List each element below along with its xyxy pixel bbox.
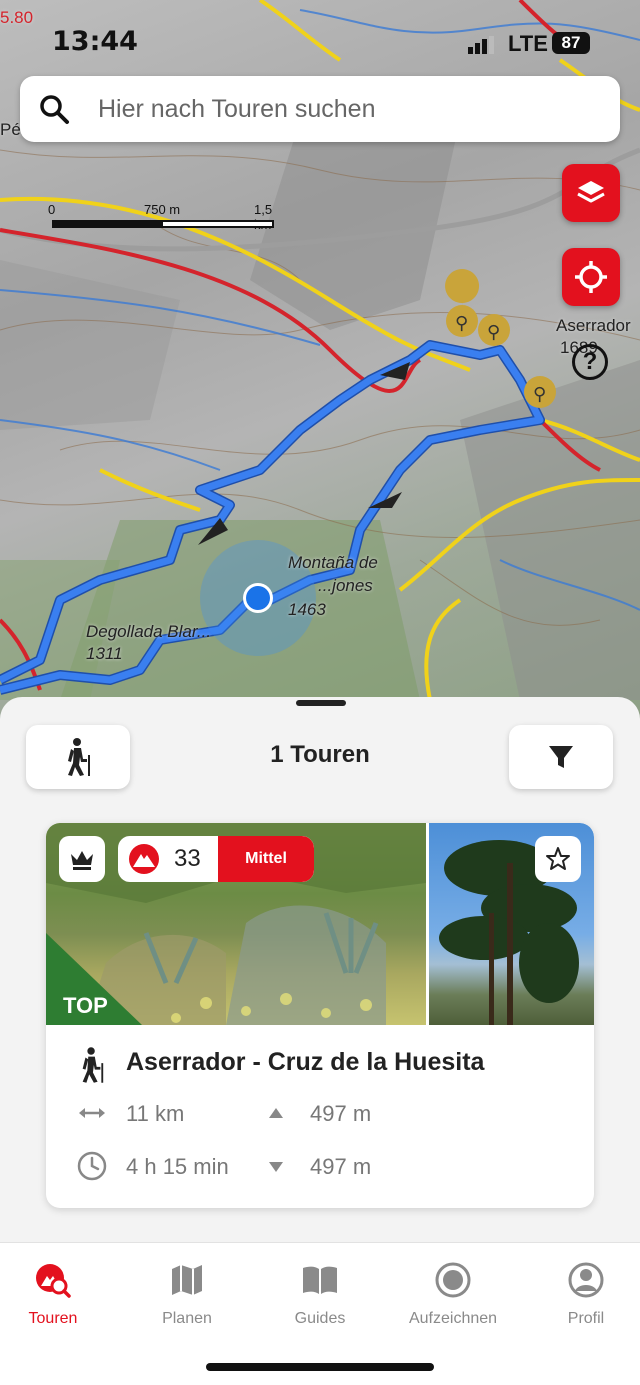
- search-input[interactable]: [98, 88, 598, 130]
- layers-icon: [577, 181, 605, 203]
- map-label-montana-elevation: 1463: [288, 600, 326, 619]
- search-icon: [40, 95, 69, 124]
- mountain-rating-icon: [129, 844, 159, 874]
- tab-planen-label: Planen: [162, 1310, 212, 1327]
- tab-planen[interactable]: Planen: [123, 1261, 251, 1328]
- favorite-button[interactable]: [535, 836, 581, 882]
- tour-distance: 11 km: [126, 1101, 185, 1126]
- difficulty-badge: Mittel: [218, 836, 314, 882]
- tab-aufzeichnen-label: Aufzeichnen: [408, 1310, 498, 1327]
- locate-button[interactable]: [562, 248, 620, 306]
- status-bar: 13:44 LTE 87: [0, 24, 640, 64]
- scale-bar: [52, 220, 274, 228]
- scale-label-zero: 0: [48, 202, 56, 217]
- distance-icon: [79, 1108, 105, 1118]
- home-indicator[interactable]: [206, 1363, 434, 1371]
- svg-text:⚲: ⚲: [533, 384, 546, 405]
- tab-aufzeichnen[interactable]: Aufzeichnen: [389, 1261, 517, 1328]
- descent-icon: [269, 1162, 283, 1172]
- map-label-montana: Montaña de: [288, 553, 378, 572]
- crosshair-icon: [575, 261, 607, 293]
- tab-touren-label: Touren: [28, 1310, 78, 1327]
- battery-indicator: 87: [552, 32, 590, 54]
- star-icon: [546, 847, 570, 870]
- book-icon: [303, 1266, 337, 1294]
- status-time: 13:44: [52, 26, 138, 57]
- map-view[interactable]: ⚲ ⚲ ⚲ 13:44 LTE 87 Aserrador 1689 Montañ…: [0, 0, 640, 720]
- map-label-aserrador: Aserrador: [556, 316, 631, 335]
- help-button[interactable]: ?: [572, 344, 608, 380]
- tab-profil-label: Profil: [567, 1310, 605, 1327]
- profile-icon: [568, 1262, 604, 1298]
- tab-touren[interactable]: Touren: [0, 1261, 117, 1328]
- tab-profil[interactable]: Profil: [522, 1261, 640, 1328]
- svg-text:⚲: ⚲: [487, 322, 500, 343]
- map-scale: 0 750 m 1,5 km: [48, 202, 282, 232]
- network-type: LTE: [508, 31, 548, 56]
- sheet-drag-handle[interactable]: [296, 700, 346, 706]
- hiker-icon: [68, 738, 90, 776]
- rating-value: 33: [174, 845, 201, 872]
- premium-button[interactable]: [59, 836, 105, 882]
- rating-difficulty-pill: 33 Mittel: [118, 836, 314, 882]
- tour-photo-secondary[interactable]: [429, 823, 594, 1025]
- scale-label-mid: 750 m: [144, 202, 181, 217]
- tour-photo-main[interactable]: 33 Mittel TOP: [46, 823, 426, 1025]
- tab-guides-label: Guides: [294, 1310, 346, 1327]
- svg-text:⚲: ⚲: [455, 313, 468, 334]
- tab-guides[interactable]: Guides: [256, 1261, 384, 1328]
- tour-title: Aserrador - Cruz de la Huesita: [126, 1048, 485, 1076]
- tour-ascent: 497 m: [310, 1101, 372, 1126]
- signal-icon: [468, 36, 494, 54]
- tour-card[interactable]: 33 Mittel TOP Aserrador - Cruz de la Hue…: [46, 823, 594, 1208]
- ascent-icon: [269, 1108, 283, 1118]
- map-icon: [172, 1265, 202, 1295]
- hiker-icon: [82, 1047, 104, 1083]
- map-label-montana-2: ...jones: [318, 576, 373, 595]
- tours-search-icon: [36, 1264, 71, 1298]
- map-label-corner-top: 5.80: [0, 8, 34, 27]
- tours-sheet: 1 Touren 33 Mittel TOP Aserrador - Cruz …: [0, 697, 640, 1242]
- tour-descent: 497 m: [310, 1154, 372, 1179]
- clock-icon: [77, 1151, 107, 1181]
- tour-duration: 4 h 15 min: [126, 1154, 229, 1179]
- filter-button[interactable]: [509, 725, 613, 789]
- activity-type-button[interactable]: [26, 725, 130, 789]
- bottom-tab-bar: Touren Planen Guides Aufzeichnen Profil: [0, 1242, 640, 1385]
- record-icon: [435, 1262, 471, 1298]
- filter-icon: [549, 746, 573, 768]
- crown-icon: [71, 851, 93, 870]
- map-label-degollada-elevation: 1311: [86, 644, 123, 663]
- layers-button[interactable]: [562, 164, 620, 222]
- search-bar[interactable]: [20, 76, 620, 142]
- tour-count: 1 Touren: [270, 741, 370, 768]
- top-badge-label: TOP: [63, 993, 108, 1018]
- top-badge: TOP: [46, 933, 142, 1025]
- map-label-degollada: Degollada Blar...: [86, 622, 212, 641]
